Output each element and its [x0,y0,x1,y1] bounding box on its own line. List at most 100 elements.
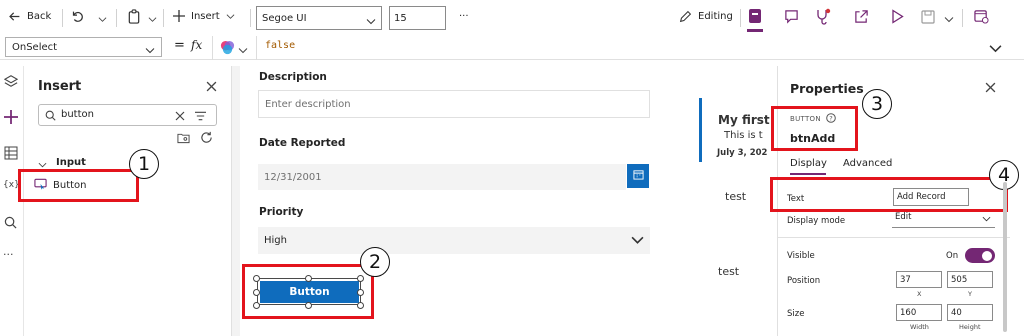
edit-form: Description Enter description Date Repor… [240,66,700,336]
annotation-box-4 [770,177,1008,212]
share-icon[interactable] [854,9,869,27]
refresh-icon[interactable] [200,131,213,147]
description-label: Description [259,71,327,83]
visible-value: On [946,251,959,261]
more-options-button[interactable]: ··· [459,11,469,22]
x-caption: X [917,290,922,298]
divider [212,36,213,60]
y-caption: Y [968,290,972,298]
publish-icon[interactable] [974,9,989,27]
annotation-marker-2: 2 [360,247,390,277]
chevron-down-icon [631,236,644,247]
property-select[interactable]: OnSelect [5,37,162,57]
undo-icon[interactable] [70,9,84,26]
selected-item-bar [699,98,702,162]
properties-panel: Properties BUTTON ? btnAdd 3 Display Adv… [770,66,1024,336]
editing-mode-button[interactable]: Editing [679,10,733,23]
panel-title: Insert [38,79,82,94]
divider [250,9,251,27]
priority-dropdown[interactable]: High [258,227,650,254]
paste-icon[interactable] [127,9,141,27]
app-checker-icon[interactable] [815,8,831,28]
position-label: Position [787,276,821,286]
font-family-select[interactable]: Segoe UI [256,6,382,30]
size-label: Size [787,309,805,319]
save-chevron-icon[interactable] [944,13,954,26]
divider [62,9,63,27]
close-icon[interactable] [206,81,217,95]
annotation-marker-3: 3 [862,89,892,119]
tab-advanced[interactable]: Advanced [843,158,892,169]
divider [740,9,741,27]
image-folder-icon[interactable] [177,132,190,147]
comments-icon[interactable] [784,9,799,27]
width-caption: Width [910,323,929,331]
chevron-down-icon [226,13,235,20]
tree-view-icon[interactable] [748,8,762,27]
description-input[interactable]: Enter description [258,90,650,118]
gallery-item-date: July 3, 202 [717,148,768,158]
command-bar: Back Insert Segoe UI 15 ··· Editing [0,0,1024,36]
date-label: Date Reported [259,137,346,149]
more-icon[interactable]: ··· [3,248,14,261]
search-icon [45,110,56,124]
undo-chevron-icon[interactable] [98,13,107,26]
priority-label: Priority [259,206,304,218]
layers-icon[interactable] [3,74,19,91]
divider [163,9,164,27]
display-mode-select[interactable]: Edit [892,212,995,228]
fx-label: fx [191,38,203,52]
formula-input[interactable]: false [256,36,1014,60]
gallery-item-text[interactable]: test [718,265,739,278]
tab-display[interactable]: Display [790,158,827,169]
search-icon[interactable] [4,216,17,232]
visible-toggle[interactable] [965,248,995,263]
scrollbar[interactable] [1003,182,1007,332]
active-indicator [747,29,763,32]
panel-title: Properties [790,81,864,96]
gallery-item-title[interactable]: My first [718,113,770,127]
canvas: Description Enter description Date Repor… [232,66,777,336]
toggle-knob [982,250,992,261]
position-x-input[interactable]: 37 [896,271,942,288]
paste-chevron-icon[interactable] [148,13,157,26]
position-y-input[interactable]: 505 [947,271,993,288]
data-table-icon[interactable] [4,146,18,163]
back-button[interactable]: Back [8,10,51,23]
play-icon[interactable] [891,9,904,27]
height-input[interactable]: 40 [947,304,993,321]
chevron-down-icon [982,215,991,225]
gallery: My first This is t July 3, 202 test test [692,66,777,336]
height-caption: Height [959,323,981,331]
tab-indicator [790,173,826,175]
expand-formula-icon[interactable] [989,43,1002,56]
copilot-icon[interactable] [220,40,235,58]
divider [962,9,963,27]
plus-icon [173,10,185,22]
formula-bar: OnSelect = fx false [0,36,1024,60]
filter-icon[interactable] [195,111,206,124]
chevron-down-icon [366,15,376,28]
date-input[interactable]: 12/31/2001 [258,164,626,190]
group-label: Input [56,157,86,168]
font-size-input[interactable]: 15 [389,6,446,30]
close-icon[interactable] [985,82,996,96]
calendar-button[interactable] [627,164,649,188]
divider [778,237,1010,238]
gallery-item-text[interactable]: test [725,190,746,203]
gallery-item-subtitle: This is t [724,130,763,141]
annotation-marker-1: 1 [129,149,159,179]
clear-icon[interactable] [175,111,185,124]
arrow-left-icon [8,10,21,23]
copilot-chevron-icon[interactable] [238,44,248,57]
display-mode-label: Display mode [787,216,846,226]
search-input[interactable]: button [38,104,217,126]
save-icon[interactable] [921,10,935,27]
insert-button[interactable]: Insert [173,10,235,22]
insert-plus-icon[interactable] [4,110,18,127]
divider [116,9,117,27]
chevron-down-icon [145,44,155,57]
width-input[interactable]: 160 [896,304,942,321]
pencil-icon [679,10,692,23]
visible-label: Visible [787,251,815,261]
